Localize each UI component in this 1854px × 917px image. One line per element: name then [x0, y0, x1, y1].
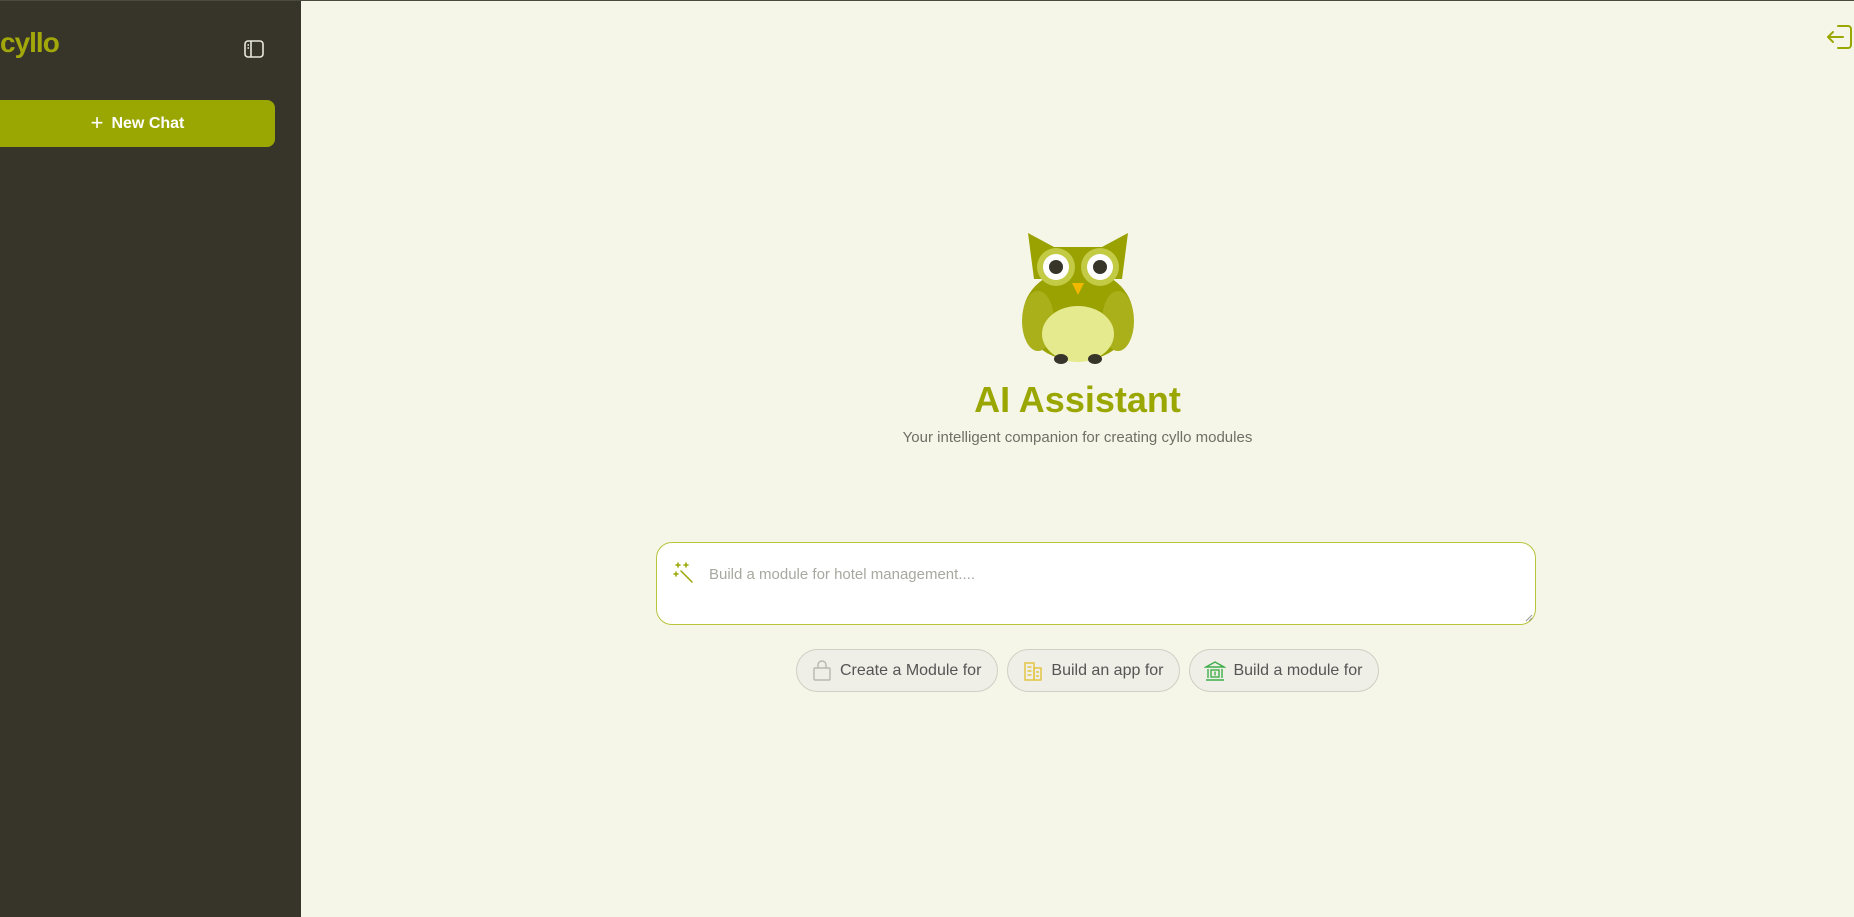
- sidebar-toggle-icon[interactable]: [242, 37, 266, 61]
- magic-wand-icon: [673, 561, 695, 583]
- building-icon: [1024, 661, 1043, 681]
- logout-icon[interactable]: [1824, 21, 1854, 53]
- suggestion-chips: Create a Module for Build an app for Bui…: [796, 649, 1380, 692]
- prompt-box: [656, 542, 1536, 625]
- page-subtitle: Your intelligent companion for creating …: [902, 429, 1253, 446]
- resize-grip-icon[interactable]: [1525, 614, 1533, 622]
- new-chat-button[interactable]: + New Chat: [0, 100, 275, 147]
- suggestion-chip-label: Create a Module for: [840, 661, 982, 679]
- new-chat-label: New Chat: [111, 114, 185, 132]
- suggestion-chip-label: Build a module for: [1233, 661, 1363, 679]
- plus-icon: +: [90, 109, 104, 135]
- suggestion-chip-build-module[interactable]: Build a module for: [1189, 649, 1380, 692]
- hero: AI Assistant Your intelligent companion …: [301, 229, 1854, 446]
- suggestion-chip-build-app[interactable]: Build an app for: [1007, 649, 1181, 692]
- sidebar: cyllo + New Chat: [0, 1, 301, 917]
- owl-mascot-icon: [1021, 233, 1134, 364]
- page-title: AI Assistant: [974, 379, 1181, 420]
- suggestion-chip-create-module[interactable]: Create a Module for: [796, 649, 999, 692]
- bank-icon: [1204, 660, 1227, 681]
- suggestion-chip-label: Build an app for: [1051, 661, 1164, 679]
- prompt-input[interactable]: [709, 553, 1509, 595]
- app-root: cyllo + New Chat AI Assistant Your intel…: [0, 0, 1854, 917]
- brand-logo[interactable]: cyllo: [0, 27, 60, 59]
- shopping-bag-icon: [813, 659, 831, 681]
